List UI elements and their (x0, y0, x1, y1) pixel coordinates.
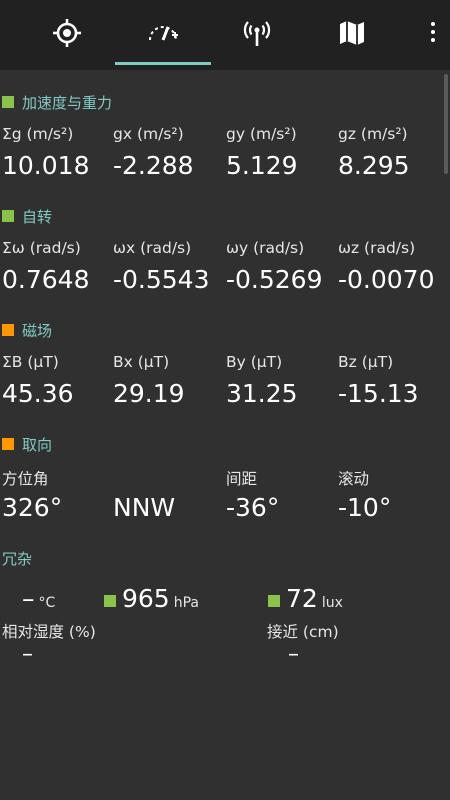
tab-map[interactable] (305, 0, 399, 66)
green-square-icon (2, 210, 14, 222)
label-gz: gz (m/s²) (338, 125, 408, 143)
section-title: 自转 (22, 207, 53, 226)
orange-square-icon (2, 438, 14, 450)
section-misc: 冗杂 (2, 546, 32, 570)
section-acceleration: 加速度与重力 (2, 90, 112, 114)
label-b-total: ΣB (μT) (2, 353, 59, 371)
tab-sensors[interactable] (116, 0, 210, 66)
label-omega-x: ωx (rad/s) (113, 239, 192, 257)
antenna-icon (243, 21, 271, 46)
value-b-total: 45.36 (2, 379, 74, 408)
section-title: 取向 (22, 435, 53, 454)
value-proximity: – (288, 642, 299, 667)
section-magnetic: 磁场 (2, 318, 52, 342)
value-direction: NNW (113, 493, 176, 522)
orange-square-icon (2, 324, 14, 336)
light-unit: lux (321, 595, 343, 611)
label-humidity: 相对湿度 (%) (2, 623, 96, 641)
light-reading: 72 lux (268, 584, 343, 613)
green-square-icon (104, 595, 116, 607)
label-g-total: Σg (m/s²) (2, 125, 74, 143)
label-gy: gy (m/s²) (226, 125, 297, 143)
value-by: 31.25 (226, 379, 298, 408)
label-roll: 滚动 (338, 470, 370, 488)
label-azimuth: 方位角 (2, 470, 49, 488)
section-orientation: 取向 (2, 432, 52, 456)
pressure-value: 965 (122, 584, 170, 613)
value-pitch: -36° (226, 493, 280, 522)
gauge-icon (149, 26, 178, 41)
label-omega-y: ωy (rad/s) (226, 239, 305, 257)
pressure-reading: 965 hPa (104, 584, 199, 613)
value-omega-z: -0.0070 (338, 265, 435, 294)
value-bx: 29.19 (113, 379, 185, 408)
active-tab-indicator (115, 62, 211, 65)
temperature-reading: – °C (22, 584, 55, 613)
label-bx: Bx (μT) (113, 353, 170, 371)
value-bz: -15.13 (338, 379, 419, 408)
label-omega-total: Σω (rad/s) (2, 239, 81, 257)
value-g-total: 10.018 (2, 151, 90, 180)
gps-target-icon (53, 19, 81, 47)
scrollbar[interactable] (444, 74, 448, 174)
temperature-value: – (22, 584, 35, 613)
section-title: 冗杂 (2, 549, 33, 568)
label-proximity: 接近 (cm) (267, 623, 339, 641)
pressure-unit: hPa (173, 595, 199, 611)
temperature-unit: °C (38, 595, 56, 611)
label-omega-z: ωz (rad/s) (338, 239, 416, 257)
section-title: 磁场 (22, 321, 53, 340)
label-gx: gx (m/s²) (113, 125, 184, 143)
map-icon (340, 21, 364, 45)
label-bz: Bz (μT) (338, 353, 394, 371)
section-rotation: 自转 (2, 204, 52, 228)
value-humidity: – (22, 642, 33, 667)
label-by: By (μT) (226, 353, 283, 371)
tab-gps[interactable] (20, 0, 114, 66)
value-roll: -10° (338, 493, 392, 522)
light-value: 72 (286, 584, 318, 613)
more-vertical-icon[interactable] (430, 22, 436, 46)
value-omega-x: -0.5543 (113, 265, 210, 294)
value-azimuth: 326° (2, 493, 63, 522)
value-gy: 5.129 (226, 151, 298, 180)
green-square-icon (2, 96, 14, 108)
section-title: 加速度与重力 (22, 93, 113, 112)
value-omega-y: -0.5269 (226, 265, 323, 294)
value-gz: 8.295 (338, 151, 410, 180)
value-gx: -2.288 (113, 151, 194, 180)
label-pitch: 间距 (226, 470, 258, 488)
tab-signal[interactable] (210, 0, 304, 66)
top-toolbar (0, 0, 450, 70)
value-omega-total: 0.7648 (2, 265, 90, 294)
green-square-icon (268, 595, 280, 607)
